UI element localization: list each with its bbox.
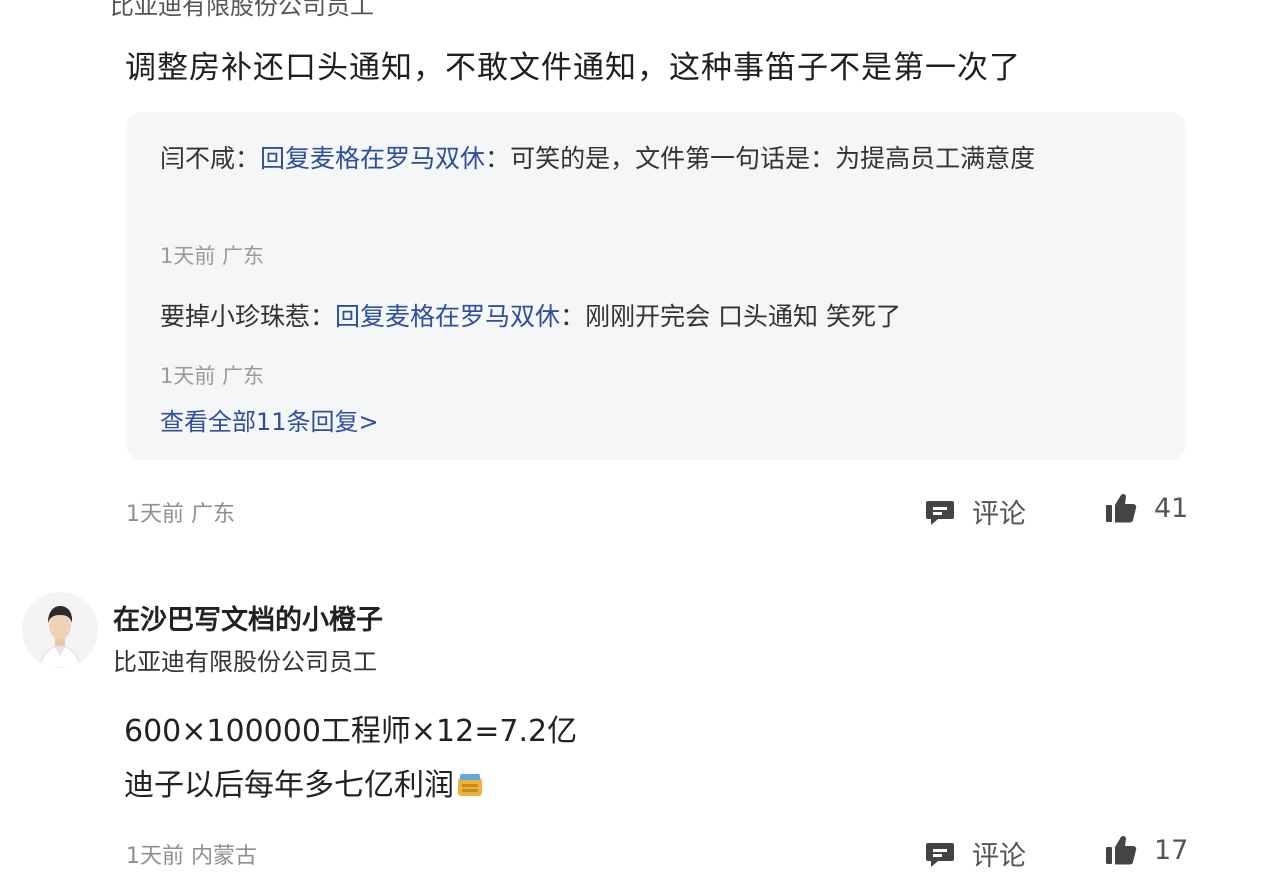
like-count: 41	[1154, 492, 1189, 524]
reply-to-username[interactable]: 麦格在罗马双休	[385, 302, 560, 331]
comment-label: 评论	[972, 499, 1026, 530]
reply-time: 1天前	[160, 364, 216, 388]
comment-icon	[924, 838, 956, 870]
reply-location: 广东	[222, 364, 265, 388]
comment-icon	[924, 496, 956, 528]
reply-prefix[interactable]: 回复	[335, 302, 385, 331]
reply-text: ：刚刚开完会 口头通知 笑死了	[560, 302, 901, 331]
comment-location: 广东	[191, 502, 236, 527]
reply-location: 广东	[222, 244, 265, 268]
like-button[interactable]: 41	[1104, 492, 1188, 524]
comment-time: 1天前	[126, 844, 184, 869]
money-bag-emoji-icon	[456, 771, 484, 797]
cut-off-author-org: 比亚迪有限股份公司员工	[110, 0, 374, 20]
comment-button[interactable]: 评论	[924, 492, 1026, 531]
thumbs-up-icon	[1104, 834, 1138, 866]
comment-text-line: 600×100000工程师×12=7.2亿	[124, 714, 578, 749]
reply-meta: 1天前 广东	[160, 360, 264, 390]
comment-label: 评论	[972, 841, 1026, 872]
reply-list: 闫不咸：回复麦格在罗马双休：可笑的是，文件第一句话是：为提高员工满意度 1天前 …	[126, 112, 1186, 460]
comment-text-line-content: 迪子以后每年多七亿利润	[124, 768, 454, 803]
reply-separator: ：	[235, 144, 261, 173]
comment-text: 调整房补还口头通知，不敢文件通知，这种事笛子不是第一次了	[125, 50, 1021, 86]
reply-item: 闫不咸：回复麦格在罗马双休：可笑的是，文件第一句话是：为提高员工满意度	[160, 140, 1160, 178]
reply-meta: 1天前 广东	[160, 240, 264, 270]
reply-prefix[interactable]: 回复	[260, 144, 310, 173]
comment-location: 内蒙古	[191, 844, 258, 869]
reply-username[interactable]: 闫不咸	[160, 144, 235, 173]
view-all-replies-link[interactable]: 查看全部11条回复>	[160, 402, 379, 437]
comment-text-line: 迪子以后每年多七亿利润	[124, 760, 484, 804]
comment-time: 1天前	[126, 502, 184, 527]
reply-username[interactable]: 要掉小珍珠惹	[160, 302, 310, 331]
avatar[interactable]	[22, 592, 98, 668]
author-org: 比亚迪有限股份公司员工	[113, 648, 377, 676]
reply-separator: ：	[310, 302, 336, 331]
reply-text: ：可笑的是，文件第一句话是：为提高员工满意度	[485, 144, 1036, 173]
reply-time: 1天前	[160, 244, 216, 268]
comment-meta: 1天前 内蒙古	[126, 838, 257, 870]
reply-to-username[interactable]: 麦格在罗马双休	[310, 144, 485, 173]
like-button[interactable]: 17	[1104, 834, 1188, 866]
comment-button[interactable]: 评论	[924, 834, 1026, 873]
comment-meta: 1天前 广东	[126, 496, 235, 528]
thumbs-up-icon	[1104, 492, 1138, 524]
like-count: 17	[1154, 834, 1189, 866]
reply-item: 要掉小珍珠惹：回复麦格在罗马双休：刚刚开完会 口头通知 笑死了	[160, 298, 1160, 336]
author-name[interactable]: 在沙巴写文档的小橙子	[113, 598, 383, 637]
